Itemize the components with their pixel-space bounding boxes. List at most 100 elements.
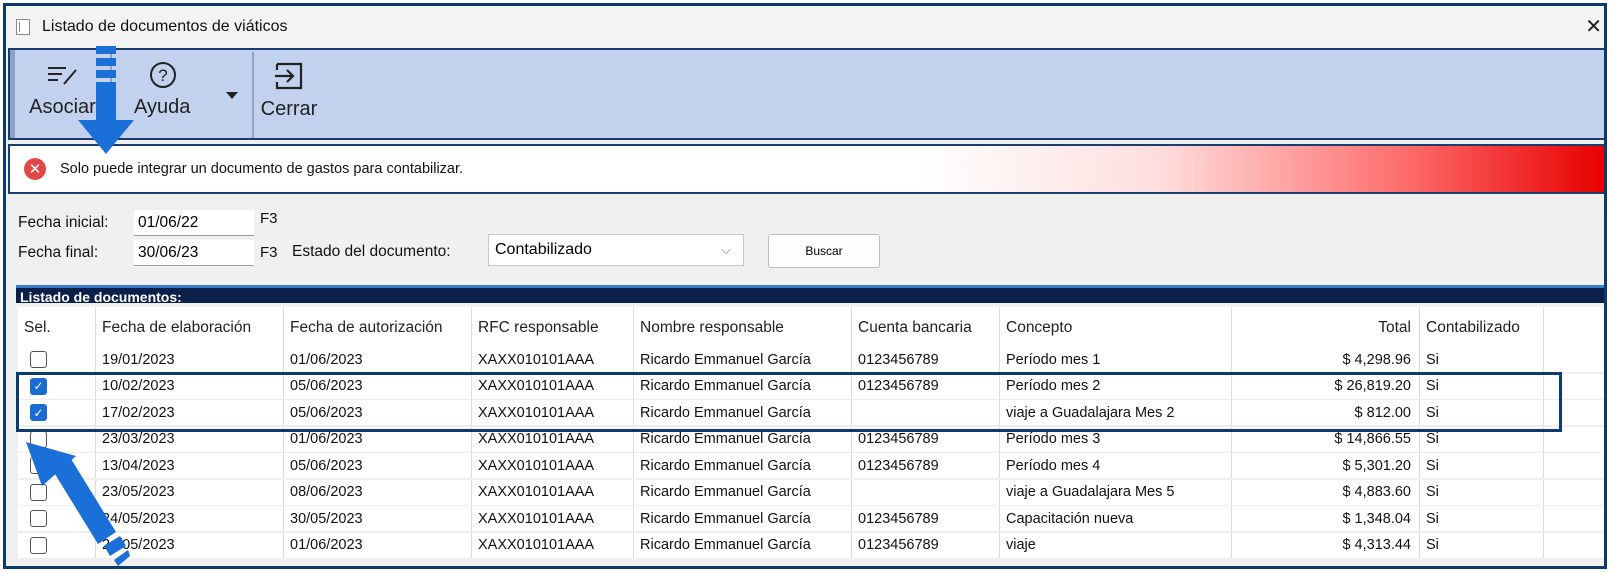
cell-fecha-autorizacion: 05/06/2023 [284,373,472,399]
window-icon [16,19,30,35]
cell-concepto: viaje a Guadalajara Mes 5 [1000,479,1232,505]
close-icon[interactable]: ✕ [1585,14,1602,39]
cell-sel [18,426,96,452]
svg-text:?: ? [158,66,167,85]
list-title: Listado de documentos: [16,285,1604,305]
filter-panel: Fecha inicial: 01/06/22 F3 Fecha final: … [6,196,1604,280]
cell-rfc: XAXX010101AAA [472,506,634,531]
error-message: Solo puede integrar un documento de gast… [60,161,464,177]
chevron-down-icon[interactable] [226,92,238,99]
cell-concepto: viaje [1000,532,1232,558]
select-checkbox[interactable] [30,457,47,474]
select-checkbox[interactable]: ✓ [30,377,47,395]
cell-rfc: XAXX010101AAA [472,479,634,505]
select-checkbox[interactable] [30,536,47,554]
cell-cuenta: 0123456789 [852,532,1000,558]
window-frame: Listado de documentos de viáticos ✕ Asoc… [3,3,1607,569]
cell-sel: ✓ [18,373,96,399]
table-row[interactable]: 19/01/2023 01/06/2023 XAXX010101AAA Ricardo… [18,347,1604,373]
chevron-down-icon: ⌵ [721,242,731,257]
cell-rfc: XAXX010101AAA [472,400,634,425]
cell-sel [18,453,96,478]
cell-cuenta [852,479,1000,505]
cell-sel [18,506,96,531]
exit-arrow-icon [275,62,303,90]
cell-fecha-autorizacion: 08/06/2023 [284,479,472,505]
toolbar: Asociar ? Ayuda Cerrar [8,48,1604,140]
ayuda-label: Ayuda [134,96,191,118]
select-checkbox[interactable] [30,483,47,501]
cell-cuenta: 0123456789 [852,373,1000,399]
cell-total: $ 14,866.55 [1232,426,1420,452]
cell-contabilizado: Si [1420,479,1544,505]
cell-contabilizado: Si [1420,506,1544,531]
cell-contabilizado: Si [1420,453,1544,478]
cell-nombre: Ricardo Emmanuel García [634,532,852,558]
cell-fecha-autorizacion: 01/06/2023 [284,426,472,452]
cell-fecha-elaboracion: 10/02/2023 [96,373,284,399]
header-nombre[interactable]: Nombre responsable [634,307,852,349]
header-concepto[interactable]: Concepto [1000,307,1232,349]
help-circle-icon: ? [150,62,176,88]
header-total[interactable]: Total [1232,307,1420,349]
cell-cuenta: 0123456789 [852,453,1000,478]
cell-fecha-autorizacion: 01/06/2023 [284,347,472,372]
cell-fecha-elaboracion: 23/03/2023 [96,426,284,452]
table-row[interactable]: 24/05/2023 01/06/2023 XAXX010101AAA Ricardo… [18,532,1604,559]
ayuda-button[interactable]: ? Ayuda [112,50,252,138]
title-bar: Listado de documentos de viáticos ✕ [6,6,1604,48]
cerrar-button[interactable]: Cerrar [254,50,324,138]
cell-fecha-autorizacion: 05/06/2023 [284,400,472,425]
cell-rfc: XAXX010101AAA [472,532,634,558]
cell-contabilizado: Si [1420,532,1544,558]
header-cuenta[interactable]: Cuenta bancaria [852,307,1000,349]
cell-sel [18,532,96,558]
cell-contabilizado: Si [1420,400,1544,425]
cell-fecha-autorizacion: 05/06/2023 [284,453,472,478]
error-icon: ✕ [24,158,46,180]
header-fecha-autorizacion[interactable]: Fecha de autorización [284,307,472,349]
asociar-button[interactable]: Asociar [10,50,110,138]
table-row[interactable]: 23/03/2023 01/06/2023 XAXX010101AAA Ricardo… [18,426,1604,453]
header-rfc[interactable]: RFC responsable [472,307,634,349]
table-row[interactable]: ✓ 10/02/2023 05/06/2023 XAXX010101AAA Ricard… [18,373,1604,400]
cell-nombre: Ricardo Emmanuel García [634,400,852,425]
cell-fecha-elaboracion: 24/05/2023 [96,506,284,531]
cell-rfc: XAXX010101AAA [472,373,634,399]
cell-nombre: Ricardo Emmanuel García [634,479,852,505]
cell-fecha-elaboracion: 13/04/2023 [96,453,284,478]
table-row[interactable]: 24/05/2023 30/05/2023 XAXX010101AAA Ricardo… [18,506,1604,532]
cell-fecha-elaboracion: 17/02/2023 [96,400,284,425]
select-checkbox[interactable] [30,510,47,527]
fecha-final-input[interactable]: 30/06/23 [134,240,254,266]
cell-contabilizado: Si [1420,426,1544,452]
table-row[interactable]: ✓ 17/02/2023 05/06/2023 XAXX010101AAA Ricard… [18,400,1604,426]
cell-concepto: Período mes 4 [1000,453,1232,478]
fecha-final-label: Fecha final: [18,244,99,261]
fecha-inicial-input[interactable]: 01/06/22 [134,210,254,236]
cell-cuenta: 0123456789 [852,347,1000,372]
table-row[interactable]: 13/04/2023 05/06/2023 XAXX010101AAA Ricardo… [18,453,1604,479]
cell-rfc: XAXX010101AAA [472,347,634,372]
buscar-button[interactable]: Buscar [768,234,880,268]
header-fecha-elaboracion[interactable]: Fecha de elaboración [96,307,284,349]
cell-nombre: Ricardo Emmanuel García [634,506,852,531]
cell-fecha-elaboracion: 24/05/2023 [96,532,284,558]
estado-select[interactable]: Contabilizado ⌵ [488,234,744,266]
cell-total: $ 812.00 [1232,400,1420,425]
cell-nombre: Ricardo Emmanuel García [634,347,852,372]
cell-fecha-autorizacion: 30/05/2023 [284,506,472,531]
table-row[interactable]: 23/05/2023 08/06/2023 XAXX010101AAA Ricardo… [18,479,1604,506]
cell-total: $ 4,883.60 [1232,479,1420,505]
cell-sel: ✓ [18,400,96,425]
cell-sel [18,347,96,372]
cell-fecha-elaboracion: 23/05/2023 [96,479,284,505]
header-sel[interactable]: Sel. [18,307,96,349]
select-checkbox[interactable] [30,430,47,448]
cell-total: $ 1,348.04 [1232,506,1420,531]
cerrar-label: Cerrar [260,98,318,120]
select-checkbox[interactable] [30,351,47,368]
select-checkbox[interactable]: ✓ [30,404,47,421]
header-contabilizado[interactable]: Contabilizado [1420,307,1544,349]
cell-cuenta: 0123456789 [852,426,1000,452]
